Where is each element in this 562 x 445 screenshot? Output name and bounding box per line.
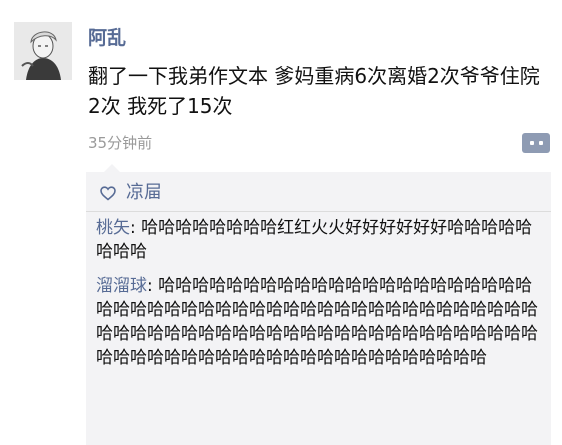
avatar[interactable]	[14, 22, 72, 80]
comment-author[interactable]: 溜溜球	[96, 276, 147, 296]
comment-more-button[interactable]	[522, 133, 550, 153]
likes-names[interactable]: 凉屇	[126, 180, 162, 206]
comment-separator: :	[130, 218, 142, 238]
comment-author[interactable]: 桃矢	[96, 218, 130, 238]
post-timestamp: 35分钟前	[88, 134, 153, 152]
post-text: 翻了一下我弟作文本 爹妈重病6次离婚2次爷爷住院2次 我死了15次	[88, 64, 540, 118]
comment-item[interactable]: 溜溜球: 哈哈哈哈哈哈哈哈哈哈哈哈哈哈哈哈哈哈哈哈哈哈哈哈哈哈哈哈哈哈哈哈哈哈哈…	[96, 274, 541, 370]
post-author-name[interactable]: 阿乱	[88, 26, 126, 50]
divider	[86, 211, 551, 212]
comment-item[interactable]: 桃矢: 哈哈哈哈哈哈哈哈红红火火好好好好好好哈哈哈哈哈哈哈哈	[96, 216, 541, 264]
dot-icon	[529, 141, 534, 145]
dot-icon	[538, 141, 543, 145]
likes-row: 凉屇	[100, 180, 162, 206]
interaction-panel: 凉屇 桃矢: 哈哈哈哈哈哈哈哈红红火火好好好好好好哈哈哈哈哈哈哈哈 溜溜球: 哈…	[86, 164, 551, 445]
comment-text: 哈哈哈哈哈哈哈哈红红火火好好好好好好哈哈哈哈哈哈哈哈	[96, 218, 533, 262]
comment-separator: :	[147, 276, 159, 296]
comments-list: 桃矢: 哈哈哈哈哈哈哈哈红红火火好好好好好好哈哈哈哈哈哈哈哈 溜溜球: 哈哈哈哈…	[96, 216, 541, 380]
heart-outline-icon	[100, 185, 116, 201]
comment-text: 哈哈哈哈哈哈哈哈哈哈哈哈哈哈哈哈哈哈哈哈哈哈哈哈哈哈哈哈哈哈哈哈哈哈哈哈哈哈哈哈…	[96, 276, 538, 368]
